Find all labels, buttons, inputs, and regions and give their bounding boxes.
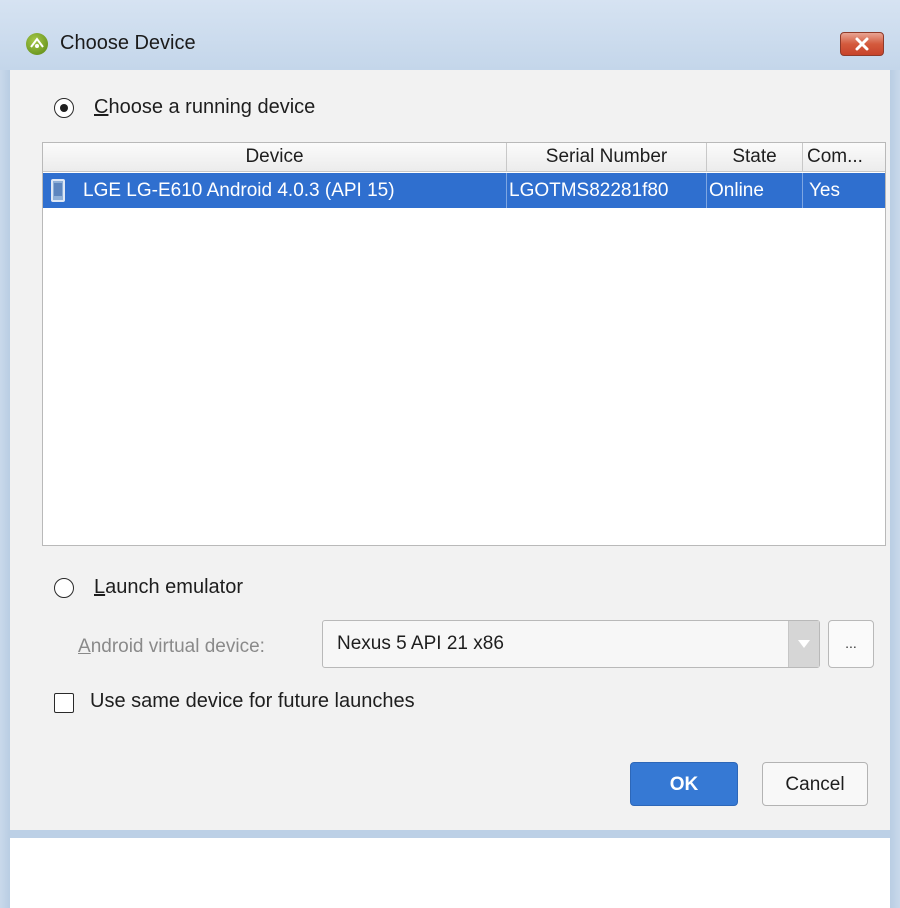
frame-left-edge — [0, 70, 10, 908]
column-header-serial[interactable]: Serial Number — [507, 143, 707, 171]
dialog-content: Choose a running device Device Serial Nu… — [10, 70, 890, 830]
avd-dropdown[interactable]: Nexus 5 API 21 x86 — [322, 620, 820, 668]
dropdown-arrow-button[interactable] — [788, 621, 819, 667]
compatible-cell: Yes — [809, 180, 840, 201]
column-header-device[interactable]: Device — [43, 143, 507, 171]
device-cell: LGE LG-E610 Android 4.0.3 (API 15) — [43, 173, 507, 208]
state-cell: Online — [707, 173, 803, 208]
future-launches-label[interactable]: Use same device for future launches — [90, 690, 415, 713]
close-button[interactable] — [840, 32, 884, 56]
avd-label: Android virtual device: — [78, 636, 265, 657]
dialog-window: Choose Device Choose a running device De… — [0, 0, 900, 908]
radio-selected-dot — [59, 103, 68, 112]
launch-emulator-radio[interactable] — [54, 578, 74, 598]
table-header: Device Serial Number State Com... — [43, 143, 885, 172]
phone-icon — [51, 179, 65, 202]
avd-selected-value: Nexus 5 API 21 x86 — [337, 633, 504, 654]
avd-browse-button[interactable]: ... — [828, 620, 874, 668]
device-table[interactable]: Device Serial Number State Com... LGE LG… — [42, 142, 886, 546]
chevron-down-icon — [798, 640, 810, 648]
column-header-compatible[interactable]: Com... — [803, 143, 887, 171]
running-device-radio[interactable] — [54, 98, 74, 118]
table-row[interactable]: LGE LG-E610 Android 4.0.3 (API 15) LGOTM… — [43, 173, 885, 208]
android-studio-icon — [26, 33, 48, 55]
future-launches-checkbox[interactable] — [54, 693, 74, 713]
serial-cell: LGOTMS82281f80 — [507, 173, 707, 208]
frame-right-edge — [890, 70, 900, 908]
ok-button[interactable]: OK — [630, 762, 738, 806]
device-name: LGE LG-E610 Android 4.0.3 (API 15) — [83, 180, 395, 201]
cancel-button[interactable]: Cancel — [762, 762, 868, 806]
column-header-state[interactable]: State — [707, 143, 803, 171]
close-icon — [855, 37, 869, 51]
title-bar[interactable]: Choose Device — [0, 0, 900, 70]
running-device-label[interactable]: Choose a running device — [94, 96, 315, 119]
window-title: Choose Device — [60, 32, 196, 54]
launch-emulator-label[interactable]: Launch emulator — [94, 576, 243, 599]
